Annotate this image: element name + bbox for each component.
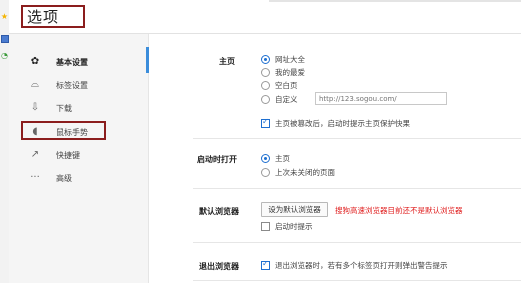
radio-button[interactable] <box>261 68 270 77</box>
sidebar-item-advanced[interactable]: ··· 高级 <box>9 168 148 188</box>
radio-label: 网址大全 <box>275 55 305 64</box>
header-top-line <box>269 0 521 2</box>
shortcut-icon: ↗ <box>30 149 40 160</box>
homepage-section-label: 主页 <box>219 57 235 66</box>
radio-button[interactable] <box>261 168 270 177</box>
radio-button[interactable] <box>261 95 270 104</box>
radio-button[interactable] <box>261 55 270 64</box>
set-default-browser-button[interactable]: 设为默认浏览器 <box>261 202 328 217</box>
section-divider <box>193 188 521 189</box>
exit-section-label: 退出浏览器 <box>199 262 239 271</box>
radio-button[interactable] <box>261 154 270 163</box>
sidebar-item-label: 下载 <box>56 104 72 113</box>
radio-label: 空白页 <box>275 81 298 90</box>
sidebar-item-label: 标签设置 <box>56 81 88 90</box>
default-browser-warning: 搜狗高速浏览器目前还不是默认浏览器 <box>335 206 463 215</box>
sidebar-item-download[interactable]: ⇩ 下载 <box>9 98 148 118</box>
settings-panel: 主页 网址大全 我的最爱 空白页 自定义 主页被篡改后，启动时提示主页保护快果 … <box>149 34 521 283</box>
sidebar-item-tab-settings[interactable]: ⌓ 标签设置 <box>9 75 148 95</box>
sidebar-item-label: 快捷键 <box>56 151 80 160</box>
section-divider <box>193 280 521 281</box>
gear-icon: ✿ <box>30 56 40 67</box>
download-icon: ⇩ <box>30 102 40 113</box>
page-title: 选项 <box>27 8 60 26</box>
radio-label: 自定义 <box>275 95 298 104</box>
bookmark-icon[interactable] <box>1 35 9 43</box>
sidebar-item-basic-settings[interactable]: ✿ 基本设置 <box>9 52 148 72</box>
favorites-star-icon[interactable]: ★ <box>0 13 9 21</box>
default-browser-prompt-label: 启动时提示 <box>275 222 313 231</box>
sidebar-item-label: 基本设置 <box>56 58 88 67</box>
radio-button[interactable] <box>261 81 270 90</box>
homepage-protect-checkbox[interactable] <box>261 117 270 128</box>
sidebar-item-shortcuts[interactable]: ↗ 快捷键 <box>9 145 148 165</box>
section-divider <box>193 242 521 243</box>
sidebar-item-label: 高级 <box>56 174 72 183</box>
exit-warning-label: 退出浏览器时，若有多个标签页打开则弹出警告提示 <box>275 261 448 270</box>
default-browser-section-label: 默认浏览器 <box>199 207 239 216</box>
default-browser-prompt-checkbox[interactable] <box>261 222 270 231</box>
radio-label: 主页 <box>275 154 290 163</box>
tab-icon: ⌓ <box>31 79 39 90</box>
history-clock-icon[interactable]: ◔ <box>0 52 9 60</box>
options-header: 选项 <box>9 0 521 34</box>
settings-sidebar: ✿ 基本设置 ⌓ 标签设置 ⇩ 下载 ◖ 鼠标手势 ↗ 快捷键 ··· 高级 <box>9 34 149 283</box>
custom-homepage-url-input[interactable] <box>315 92 447 105</box>
mouse-gesture-highlight-box <box>21 121 106 140</box>
radio-label: 上次未关闭的页面 <box>275 168 335 177</box>
homepage-protect-label: 主页被篡改后，启动时提示主页保护快果 <box>275 119 410 128</box>
more-icon: ··· <box>30 172 40 183</box>
exit-warning-checkbox[interactable] <box>261 259 270 270</box>
radio-label: 我的最爱 <box>275 68 305 77</box>
section-divider <box>193 138 521 139</box>
startup-section-label: 启动时打开 <box>197 155 237 164</box>
